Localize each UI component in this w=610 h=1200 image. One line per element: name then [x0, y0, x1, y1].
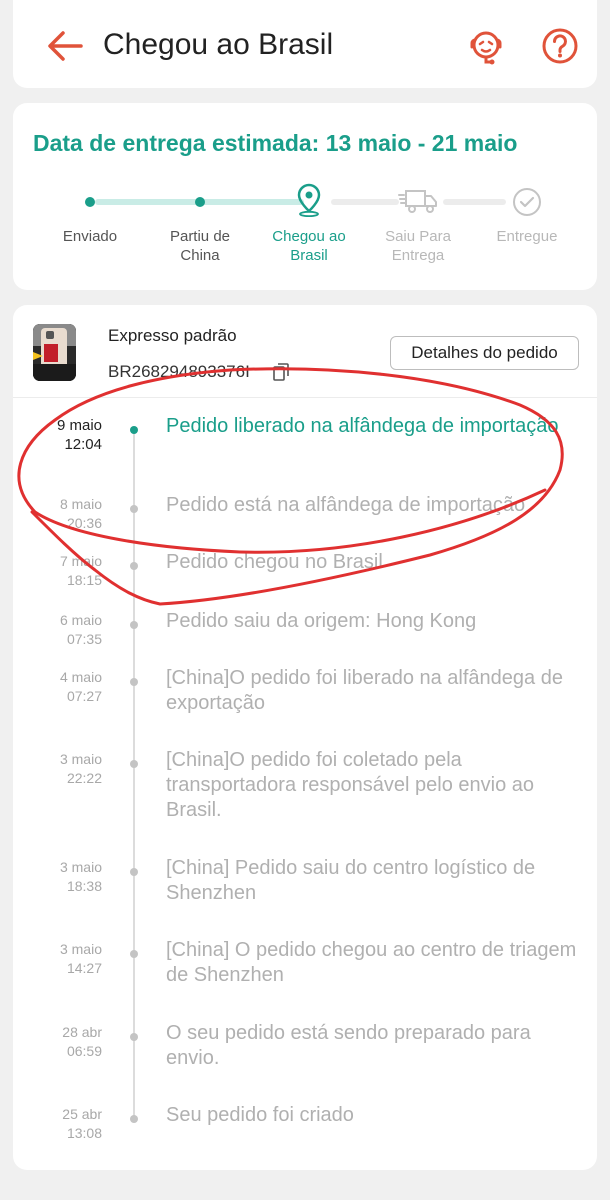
tracking-card: Expresso padrão BR268294893376I Detalhes… [13, 305, 597, 1170]
page-title: Chegou ao Brasil [103, 28, 334, 61]
event-time: 18:15 [66, 572, 102, 588]
event-time: 06:59 [66, 1043, 102, 1059]
event-description: [China] O pedido chegou ao centro de tri… [166, 939, 577, 986]
step-label-partiu: Partiu de China [169, 228, 231, 264]
event-description: [China]O pedido foi liberado na alfândeg… [166, 667, 563, 714]
event-date: 7 maio [59, 553, 102, 569]
event-description: Seu pedido foi criado [166, 1104, 354, 1126]
event-time: 22:22 [66, 770, 102, 786]
event-timestamp: 9 maio 12:04 [23, 416, 102, 454]
step-label-enviado: Enviado [62, 228, 118, 245]
step-label-chegou: Chegou ao Brasil [272, 228, 346, 264]
progress-pending-line [331, 199, 399, 205]
event-description: Pedido liberado na alfândega de importaç… [166, 415, 559, 437]
timeline-dot [130, 1033, 138, 1041]
customer-support-button[interactable] [464, 24, 508, 68]
top-bar: Chegou ao Brasil [13, 0, 597, 88]
event-description: O seu pedido está sendo preparado para e… [166, 1022, 531, 1069]
question-mark-icon [542, 28, 578, 64]
event-timestamp: 3 maio 18:38 [23, 858, 102, 896]
check-circle-icon [513, 188, 541, 216]
event-time: 18:38 [66, 878, 102, 894]
delivery-status-card: Data de entrega estimada: 13 maio - 21 m… [13, 103, 597, 290]
timeline-line [133, 430, 135, 1120]
step-label-saiu: Saiu Para Entrega [385, 228, 451, 264]
event-description: Pedido saiu da origem: Hong Kong [166, 610, 477, 632]
copy-icon[interactable] [273, 363, 289, 381]
event-time: 13:08 [66, 1125, 102, 1141]
arrow-left-icon [48, 31, 83, 61]
timeline-dot [130, 1115, 138, 1123]
event-description: Pedido chegou no Brasil [166, 551, 383, 573]
event-timestamp: 6 maio 07:35 [23, 611, 102, 649]
timeline-dot [130, 678, 138, 686]
event-time: 07:27 [66, 688, 102, 704]
event-timestamp: 28 abr 06:59 [23, 1023, 102, 1061]
event-description: Pedido está na alfândega de importação [166, 494, 526, 516]
timeline-dot [130, 950, 138, 958]
event-date: 6 maio [59, 612, 102, 628]
tracking-number[interactable]: BR268294893376I [108, 362, 250, 382]
progress-pending-line [443, 199, 506, 205]
order-details-button[interactable]: Detalhes do pedido [390, 336, 579, 370]
shipping-method: Expresso padrão [108, 326, 237, 345]
timeline-dot [130, 505, 138, 513]
event-timestamp: 25 abr 13:08 [23, 1105, 102, 1143]
timeline-dot [130, 760, 138, 768]
event-date: 3 maio [59, 941, 102, 957]
event-date: 3 maio [59, 751, 102, 767]
event-timestamp: 3 maio 22:22 [23, 750, 102, 788]
delivery-truck-icon [398, 190, 437, 213]
step-partiu-dot [195, 197, 205, 207]
timeline-dot [130, 426, 138, 434]
event-date: 25 abr [62, 1106, 102, 1122]
event-time: 12:04 [64, 436, 102, 453]
event-time: 14:27 [66, 960, 102, 976]
timeline-dot [130, 868, 138, 876]
divider [13, 397, 597, 398]
location-pin-icon [297, 183, 321, 217]
event-date: 8 maio [59, 496, 102, 512]
event-date: 3 maio [59, 859, 102, 875]
event-timestamp: 4 maio 07:27 [23, 668, 102, 706]
product-thumbnail [33, 324, 76, 381]
event-timestamp: 7 maio 18:15 [23, 552, 102, 590]
event-timestamp: 8 maio 20:36 [23, 495, 102, 533]
back-button[interactable] [43, 24, 87, 68]
step-enviado-dot [85, 197, 95, 207]
estimated-delivery-date: Data de entrega estimada: 13 maio - 21 m… [33, 130, 518, 156]
event-date: 28 abr [62, 1024, 102, 1040]
timeline-dot [130, 562, 138, 570]
event-date: 9 maio [56, 417, 102, 434]
event-time: 07:35 [66, 631, 102, 647]
event-date: 4 maio [59, 669, 102, 685]
customer-support-icon [470, 31, 502, 65]
event-timestamp: 3 maio 14:27 [23, 940, 102, 978]
event-time: 20:36 [66, 515, 102, 531]
timeline-dot [130, 621, 138, 629]
help-button[interactable] [540, 24, 580, 68]
event-description: [China] Pedido saiu do centro logístico … [166, 857, 536, 904]
event-description: [China]O pedido foi coletado pela transp… [166, 749, 535, 821]
step-label-entregue: Entregue [496, 228, 558, 245]
